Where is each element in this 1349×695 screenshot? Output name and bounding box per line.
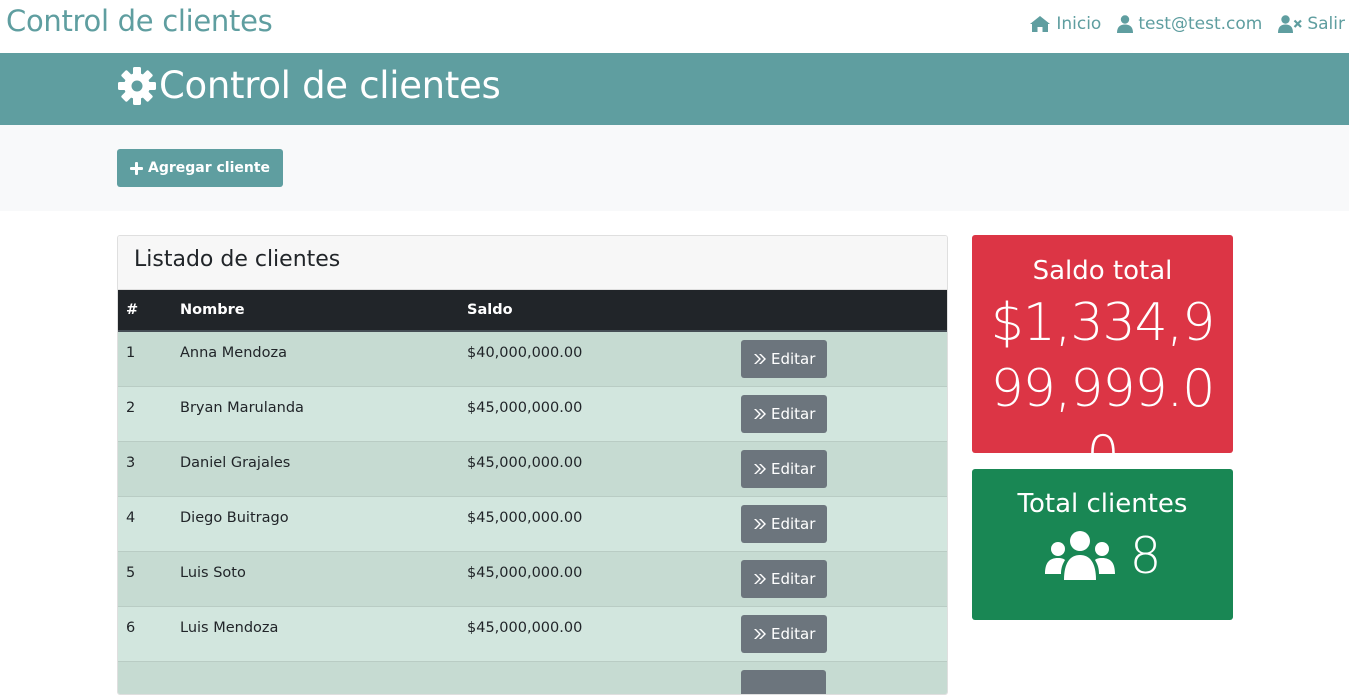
add-client-button-label: Agregar cliente xyxy=(148,160,270,176)
row-saldo: $45,000,000.00 xyxy=(459,386,733,441)
row-num: 2 xyxy=(118,386,172,441)
clients-table: # Nombre Saldo 1 Anna Mendoza $40,000,00… xyxy=(118,290,947,695)
navbar-links: Inicio test@test.com Salir xyxy=(1029,14,1345,34)
column-header-nombre: Nombre xyxy=(172,290,459,331)
edit-button-partial[interactable] xyxy=(741,670,826,695)
clients-card-title: Listado de clientes xyxy=(118,236,947,290)
edit-button-label: Editar xyxy=(771,460,815,478)
row-saldo: $45,000,000.00 xyxy=(459,496,733,551)
home-icon xyxy=(1029,15,1051,33)
row-actions: Editar xyxy=(733,496,947,551)
row-actions: Editar xyxy=(733,386,947,441)
saldo-total-label: Saldo total xyxy=(972,256,1233,286)
table-row: 5 Luis Soto $45,000,000.00 Editar xyxy=(118,551,947,606)
row-actions: Editar xyxy=(733,606,947,661)
table-row: 1 Anna Mendoza $40,000,000.00 Editar xyxy=(118,331,947,386)
column-header-actions xyxy=(733,290,947,331)
row-num: 3 xyxy=(118,441,172,496)
total-clientes-value-row: 8 xyxy=(972,527,1233,585)
row-actions: Editar xyxy=(733,551,947,606)
double-chevron-right-icon xyxy=(753,573,767,585)
table-row: 6 Luis Mendoza $45,000,000.00 Editar xyxy=(118,606,947,661)
table-row: 2 Bryan Marulanda $45,000,000.00 Editar xyxy=(118,386,947,441)
saldo-total-card: Saldo total $1,334,999,999.00 xyxy=(972,235,1233,453)
row-num: 1 xyxy=(118,331,172,386)
total-clientes-card: Total clientes 8 xyxy=(972,469,1233,620)
row-num: 6 xyxy=(118,606,172,661)
users-icon xyxy=(1044,530,1116,582)
row-num: 5 xyxy=(118,551,172,606)
plus-icon xyxy=(130,162,143,175)
row-saldo: $45,000,000.00 xyxy=(459,551,733,606)
double-chevron-right-icon xyxy=(753,353,767,365)
row-saldo: $45,000,000.00 xyxy=(459,441,733,496)
navbar-brand[interactable]: Control de clientes xyxy=(6,4,272,38)
row-name: Bryan Marulanda xyxy=(172,386,459,441)
edit-button-label: Editar xyxy=(771,625,815,643)
page-header: Control de clientes xyxy=(0,53,1349,125)
edit-button[interactable]: Editar xyxy=(741,505,827,543)
column-header-num: # xyxy=(118,290,172,331)
nav-link-salir-label: Salir xyxy=(1307,14,1345,34)
edit-button-label: Editar xyxy=(771,515,815,533)
gear-icon xyxy=(117,66,157,106)
nav-link-user-label: test@test.com xyxy=(1138,14,1262,34)
row-saldo: $45,000,000.00 xyxy=(459,606,733,661)
nav-link-salir[interactable]: Salir xyxy=(1278,14,1345,34)
edit-button[interactable]: Editar xyxy=(741,615,827,653)
edit-button[interactable]: Editar xyxy=(741,450,827,488)
page-title: Control de clientes xyxy=(117,64,500,107)
row-name: Luis Mendoza xyxy=(172,606,459,661)
double-chevron-right-icon xyxy=(753,463,767,475)
edit-button-label: Editar xyxy=(771,350,815,368)
page-title-text: Control de clientes xyxy=(159,64,500,107)
row-num: 4 xyxy=(118,496,172,551)
saldo-total-value: $1,334,999,999.00 xyxy=(972,290,1233,488)
row-name: Anna Mendoza xyxy=(172,331,459,386)
nav-link-inicio-label: Inicio xyxy=(1056,14,1101,34)
user-times-icon xyxy=(1278,15,1302,33)
row-actions: Editar xyxy=(733,441,947,496)
user-icon xyxy=(1117,15,1133,33)
add-client-button[interactable]: Agregar cliente xyxy=(117,149,283,187)
action-bar: Agregar cliente xyxy=(0,125,1349,211)
table-row: 3 Daniel Grajales $45,000,000.00 Editar xyxy=(118,441,947,496)
table-header-row: # Nombre Saldo xyxy=(118,290,947,331)
row-actions: Editar xyxy=(733,331,947,386)
total-clientes-value: 8 xyxy=(1130,527,1162,585)
row-name: Daniel Grajales xyxy=(172,441,459,496)
edit-button[interactable]: Editar xyxy=(741,395,827,433)
row-name: Diego Buitrago xyxy=(172,496,459,551)
double-chevron-right-icon xyxy=(753,518,767,530)
edit-button-label: Editar xyxy=(771,570,815,588)
table-row-partial xyxy=(118,661,947,695)
total-clientes-label: Total clientes xyxy=(972,489,1233,519)
double-chevron-right-icon xyxy=(753,408,767,420)
row-saldo: $40,000,000.00 xyxy=(459,331,733,386)
nav-link-inicio[interactable]: Inicio xyxy=(1029,14,1101,34)
double-chevron-right-icon xyxy=(753,628,767,640)
edit-button[interactable]: Editar xyxy=(741,560,827,598)
table-row: 4 Diego Buitrago $45,000,000.00 Editar xyxy=(118,496,947,551)
edit-button-label: Editar xyxy=(771,405,815,423)
row-name: Luis Soto xyxy=(172,551,459,606)
column-header-saldo: Saldo xyxy=(459,290,733,331)
edit-button[interactable]: Editar xyxy=(741,340,827,378)
top-navbar: Control de clientes Inicio test@test.com… xyxy=(0,0,1349,53)
nav-link-user[interactable]: test@test.com xyxy=(1117,14,1262,34)
clients-card: Listado de clientes # Nombre Saldo 1 Ann… xyxy=(117,235,948,695)
